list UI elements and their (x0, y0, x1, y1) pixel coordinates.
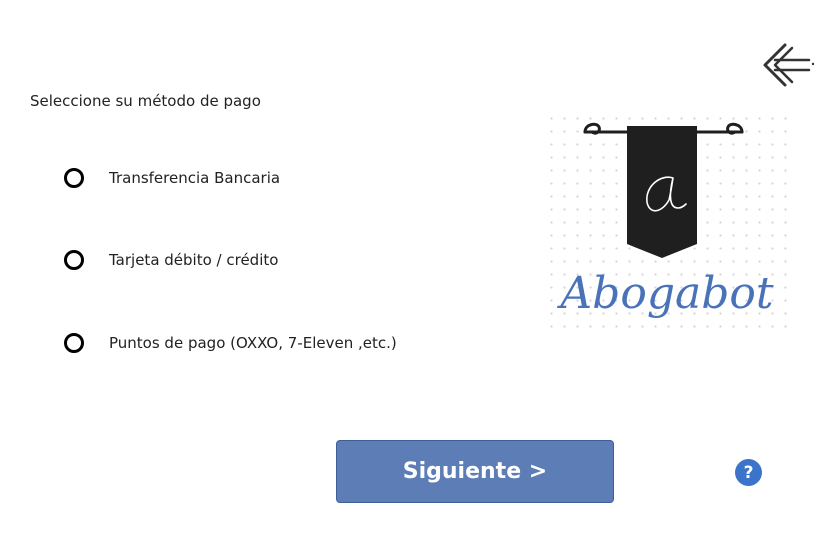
abogabot-wordmark: Abogabot (556, 268, 773, 319)
payment-option-card[interactable]: Tarjeta débito / crédito (64, 248, 278, 272)
abogabot-logo-graphic: Abogabot (556, 122, 774, 319)
payment-method-screen: Seleccione su método de pago Transferenc… (0, 0, 825, 536)
payment-option-label: Puntos de pago (OXXO, 7-Eleven ,etc.) (109, 334, 397, 352)
radio-button[interactable] (64, 250, 84, 270)
payment-method-prompt: Seleccione su método de pago (30, 92, 261, 110)
radio-button[interactable] (64, 168, 84, 188)
payment-option-label: Transferencia Bancaria (109, 169, 281, 187)
payment-option-payment-points[interactable]: Puntos de pago (OXXO, 7-Eleven ,etc.) (64, 331, 397, 355)
help-icon[interactable]: ? (735, 459, 762, 486)
radio-button[interactable] (64, 333, 84, 353)
back-button[interactable] (759, 40, 815, 90)
payment-option-bank-transfer[interactable]: Transferencia Bancaria (64, 166, 280, 190)
arrow-left-icon (763, 43, 815, 87)
payment-option-label: Tarjeta débito / crédito (109, 251, 279, 269)
abogabot-logo: Abogabot (545, 112, 790, 332)
next-button[interactable]: Siguiente > (336, 440, 614, 503)
